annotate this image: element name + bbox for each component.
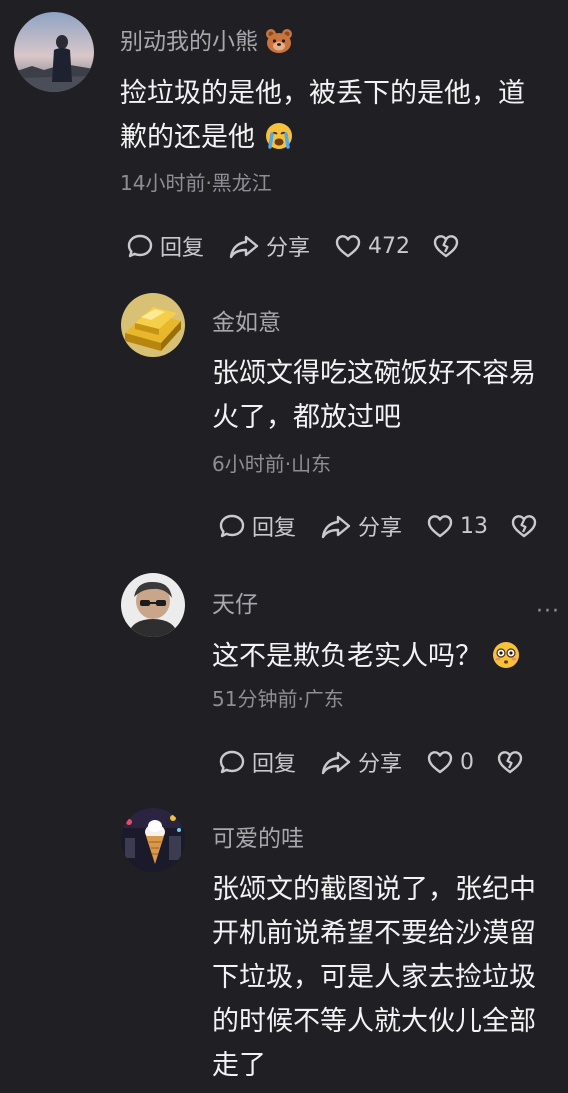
like-button[interactable]: 0	[426, 749, 474, 775]
comment-meta: 51分钟前·广东	[212, 687, 344, 711]
heart-icon	[427, 751, 453, 774]
like-button[interactable]: 472	[334, 233, 410, 259]
comment-actions: 回复 分享 472	[126, 229, 460, 263]
heart-icon	[335, 235, 361, 258]
dislike-button[interactable]	[496, 749, 524, 775]
share-label: 分享	[358, 516, 403, 541]
comment-line: 捡垃圾的是他，被丢下的是他，道	[120, 78, 525, 109]
dislike-button[interactable]	[510, 513, 538, 539]
comment-text: 捡垃圾的是他，被丢下的是他，道 歉的还是他	[120, 72, 525, 165]
more-options-button[interactable]: ···	[536, 601, 560, 623]
like-button[interactable]: 13	[426, 513, 488, 539]
share-label: 分享	[266, 236, 311, 261]
share-icon	[321, 751, 351, 775]
reply-label: 回复	[252, 752, 297, 777]
comment-line: 歉的还是他	[120, 116, 525, 165]
comment-text: 这不是欺负老实人吗？	[212, 635, 521, 684]
avatar[interactable]	[121, 573, 185, 637]
avatar[interactable]	[14, 12, 94, 92]
comment-actions: 回复 分享 0	[218, 745, 524, 779]
share-icon	[321, 515, 351, 539]
avatar[interactable]	[121, 808, 185, 872]
flushed-face-emoji-icon	[491, 640, 521, 684]
broken-heart-icon	[511, 515, 537, 538]
reply-label: 回复	[252, 516, 297, 541]
reply-button[interactable]: 回复	[218, 510, 296, 542]
username[interactable]: 可爱的哇	[212, 824, 304, 854]
reply-label: 回复	[160, 236, 205, 261]
dislike-button[interactable]	[432, 233, 460, 259]
comment-actions: 回复 分享 13	[218, 509, 538, 543]
bear-emoji-icon	[265, 28, 293, 62]
heart-icon	[427, 515, 453, 538]
crying-face-emoji-icon	[264, 121, 294, 165]
reply-icon	[219, 750, 245, 774]
share-button[interactable]: 分享	[320, 746, 402, 778]
comment-line: 的时候不等人就大伙儿全部	[212, 1006, 536, 1037]
reply-button[interactable]: 回复	[126, 230, 204, 262]
reply-icon	[127, 234, 153, 258]
share-label: 分享	[358, 752, 403, 777]
share-button[interactable]: 分享	[320, 510, 402, 542]
reply-icon	[219, 514, 245, 538]
broken-heart-icon	[497, 751, 523, 774]
comment-meta: 14小时前·黑龙江	[120, 171, 272, 195]
reply-button[interactable]: 回复	[218, 746, 296, 778]
username[interactable]: 天仔	[212, 590, 258, 620]
share-button[interactable]: 分享	[228, 230, 310, 262]
username[interactable]: 别动我的小熊	[120, 27, 293, 62]
like-count: 0	[460, 749, 475, 775]
comment-line: 下垃圾，可是人家去捡垃圾	[212, 962, 536, 993]
comment-text: 张颂文得吃这碗饭好不容易 火了，都放过吧	[212, 352, 536, 440]
comment-line: 张颂文得吃这碗饭好不容易	[212, 358, 536, 389]
comment-line: 开机前说希望不要给沙漠留	[212, 918, 536, 949]
comment-line: 这不是欺负老实人吗？	[212, 635, 521, 684]
broken-heart-icon	[433, 235, 459, 258]
comment-text: 张颂文的截图说了，张纪中 开机前说希望不要给沙漠留 下垃圾，可是人家去捡垃圾 的…	[212, 868, 536, 1088]
like-count: 13	[460, 513, 489, 539]
comment-meta: 6小时前·山东	[212, 452, 332, 476]
username[interactable]: 金如意	[212, 308, 281, 338]
comment-line: 张颂文的截图说了，张纪中	[212, 874, 536, 905]
like-count: 472	[368, 233, 411, 259]
comment-line: 走了	[212, 1050, 266, 1081]
share-icon	[229, 235, 259, 259]
avatar[interactable]	[121, 293, 185, 357]
comment-line: 火了，都放过吧	[212, 402, 401, 433]
